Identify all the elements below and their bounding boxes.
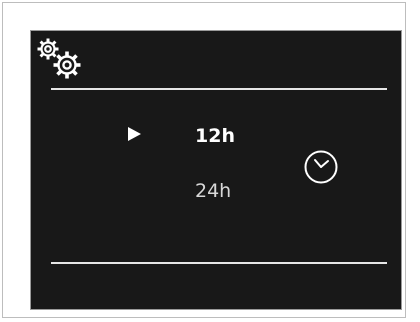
top-divider — [51, 88, 387, 90]
clock-icon — [304, 150, 338, 184]
bottom-divider — [51, 262, 387, 264]
gears-icon — [37, 38, 81, 79]
device-frame: 12h 24h — [2, 2, 406, 318]
settings-screen: 12h 24h — [30, 30, 402, 310]
option-24h[interactable]: 24h — [195, 180, 231, 202]
option-12h[interactable]: 12h — [195, 125, 235, 147]
selection-arrow-icon — [128, 127, 141, 141]
